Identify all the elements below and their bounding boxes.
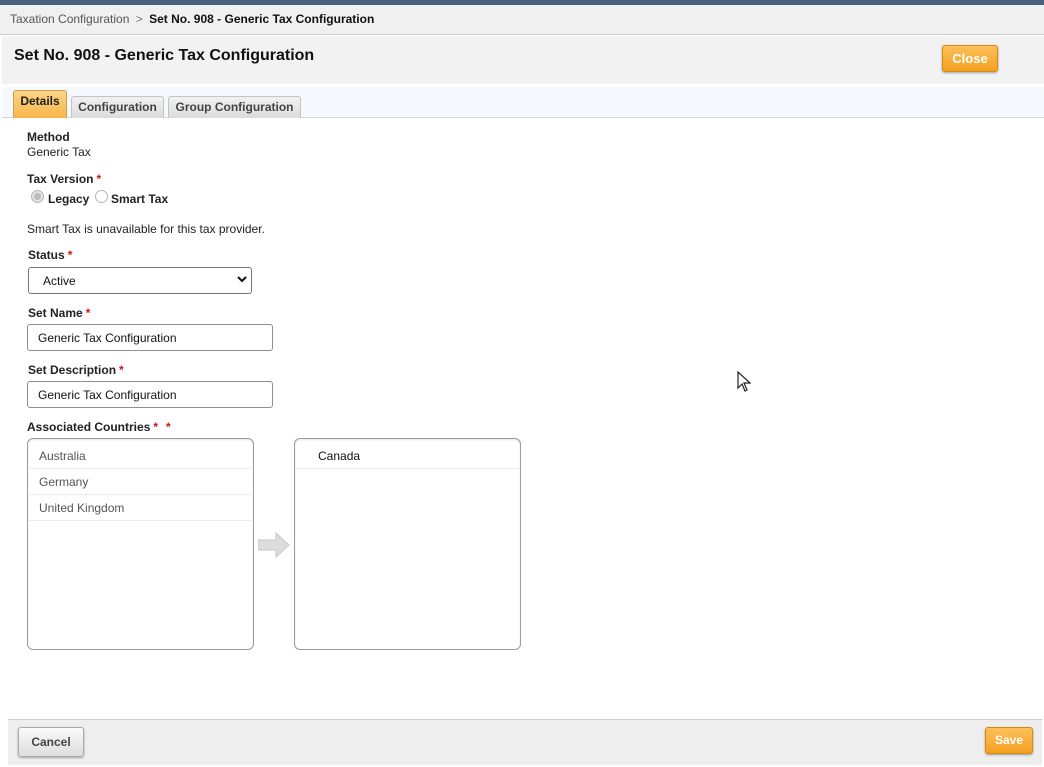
tab-bar: Details Configuration Group Configuratio…	[2, 87, 1044, 118]
required-marker: *	[166, 420, 171, 434]
breadcrumb-parent-link[interactable]: Taxation Configuration	[10, 12, 129, 26]
required-marker: *	[96, 172, 102, 186]
method-label: Method	[27, 130, 70, 144]
tab-group-configuration[interactable]: Group Configuration	[168, 96, 301, 118]
method-value: Generic Tax	[27, 145, 91, 159]
smart-tax-radio[interactable]	[95, 190, 108, 203]
status-select[interactable]: Active	[28, 267, 252, 294]
tab-details[interactable]: Details	[13, 90, 67, 118]
smart-tax-unavailable-note: Smart Tax is unavailable for this tax pr…	[27, 222, 265, 236]
list-item-united-kingdom[interactable]: United Kingdom	[29, 495, 252, 521]
smart-tax-radio-label: Smart Tax	[111, 192, 169, 206]
required-marker: *	[67, 248, 73, 262]
status-label: Status *	[28, 248, 72, 262]
breadcrumb-separator: >	[135, 12, 143, 26]
breadcrumb-current: Set No. 908 - Generic Tax Configuration	[149, 12, 375, 26]
list-item-germany[interactable]: Germany	[29, 469, 252, 495]
arrow-right-icon[interactable]	[258, 532, 290, 558]
set-description-label-text: Set Description	[28, 363, 117, 377]
selected-countries-list[interactable]: Canada	[294, 438, 521, 650]
required-marker: *	[153, 420, 159, 434]
tax-version-label-text: Tax Version	[27, 172, 94, 186]
available-countries-list[interactable]: Australia Germany United Kingdom	[27, 438, 254, 650]
set-description-input[interactable]: Generic Tax Configuration	[27, 381, 273, 408]
required-marker: *	[85, 306, 91, 320]
list-item-canada[interactable]: Canada	[296, 443, 519, 469]
mouse-cursor-icon	[737, 371, 751, 392]
set-name-label: Set Name *	[28, 306, 90, 320]
status-label-text: Status	[28, 248, 65, 262]
save-button[interactable]: Save	[985, 727, 1033, 754]
legacy-radio-label: Legacy	[48, 192, 90, 206]
status-select-value: Active	[43, 274, 76, 288]
tab-configuration[interactable]: Configuration	[71, 96, 164, 118]
legacy-radio[interactable]	[31, 190, 44, 203]
footer-action-bar: Cancel Save	[8, 719, 1042, 765]
set-name-label-text: Set Name	[28, 306, 83, 320]
list-item-australia[interactable]: Australia	[29, 443, 252, 469]
required-marker: *	[119, 363, 124, 377]
page-title: Set No. 908 - Generic Tax Configuration	[14, 47, 315, 64]
associated-countries-label-text: Associated Countries	[27, 420, 151, 434]
set-name-input[interactable]: Generic Tax Configuration	[27, 324, 273, 351]
close-button[interactable]: Close	[942, 45, 998, 72]
page-header: Set No. 908 - Generic Tax Configuration …	[2, 36, 1044, 84]
associated-countries-label: Associated Countries * *	[27, 420, 171, 434]
cancel-button[interactable]: Cancel	[18, 727, 84, 757]
tax-version-label: Tax Version *	[27, 172, 101, 186]
chevron-down-icon	[237, 276, 247, 283]
breadcrumb: Taxation Configuration > Set No. 908 - G…	[0, 5, 1044, 35]
set-description-label: Set Description *	[28, 363, 124, 377]
